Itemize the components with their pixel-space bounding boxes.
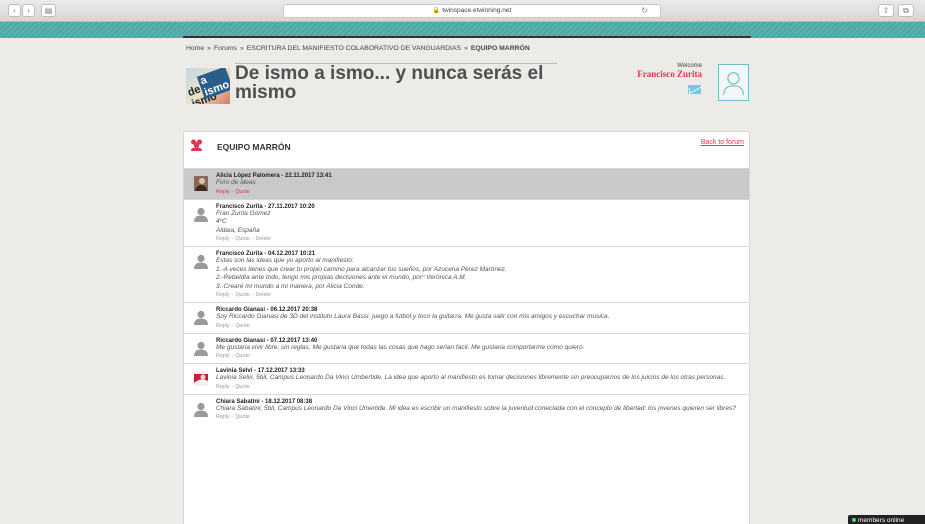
breadcrumb-separator: » (464, 45, 468, 52)
forum-post: Lavinia Selvi - 17.12.2017 13:33 Lavinia … (184, 363, 749, 394)
avatar-outline-icon (723, 72, 744, 96)
action-separator: - (231, 188, 234, 195)
action-separator: - (231, 353, 234, 359)
project-logo: de ismo a ismo (186, 68, 230, 104)
action-separator: - (231, 383, 234, 390)
browser-toolbar: ‹ › ▤ 🔒 twinspace.etwinning.net ↻ ⇧ ⧉ (0, 0, 925, 22)
post-actions: Reply - Quote - Delete (216, 236, 743, 242)
reload-icon[interactable]: ↻ (641, 5, 648, 17)
user-silhouette-icon[interactable] (194, 310, 208, 325)
post-action-quote[interactable]: Quote (235, 414, 249, 420)
post-action-quote[interactable]: Quote (235, 384, 249, 390)
user-silhouette-icon[interactable] (194, 254, 208, 269)
breadcrumb-home[interactable]: Home (186, 45, 204, 52)
post-action-quote[interactable]: Quote (235, 353, 249, 359)
post-body-line: Me gustaria vivir libre, sin reglas. Me … (216, 343, 585, 351)
post-action-quote[interactable]: Quote (235, 189, 249, 195)
page-title: De ismo a ismo... y nunca serás el mismo (235, 63, 544, 103)
post-body-line: Lavinia Selvi, 5bil, Campus Leonardo Da … (216, 374, 726, 381)
post-body-line: 4ºC (216, 218, 227, 225)
lock-icon: 🔒 (432, 8, 441, 14)
user-avatar[interactable] (718, 64, 749, 101)
breadcrumb-current: EQUIPO MARRÓN (470, 45, 530, 52)
forum-post: Alicia López Palomera - 22.11.2017 13:41… (184, 168, 749, 199)
post-actions: Reply - Quote (216, 323, 743, 329)
welcome-block: Welcome Francisco Zurita (637, 63, 702, 79)
post-body-line: Chiara Sabatini, 5bil, Campus Leonardo D… (216, 404, 736, 412)
post-body-line: Soy Riccardo Gianasi de 3D del instituto… (216, 313, 610, 320)
post-action-reply[interactable]: Reply (216, 323, 230, 329)
action-separator: - (231, 414, 234, 420)
topic-header: EQUIPO MARRÓN Back to forum (184, 132, 749, 168)
post-action-reply[interactable]: Reply (216, 292, 230, 298)
post-action-quote[interactable]: Quote (235, 236, 249, 242)
post-body-line: Fran Zurita Gómez (216, 209, 271, 217)
post-action-delete[interactable]: Delete (256, 292, 271, 298)
user-silhouette-icon[interactable] (194, 402, 208, 417)
post-body-line: 3.-Crearé mi mundo a mi manera, por Alic… (216, 282, 365, 290)
breadcrumb-separator: » (239, 45, 244, 52)
action-separator: - (251, 292, 254, 298)
post-body-line: Estas son las ideas que yo aporto al man… (216, 257, 354, 264)
breadcrumb-forum[interactable]: ESCRITURA DEL MANIFIESTO COLABORATIVO DE… (247, 45, 461, 52)
group-icon (191, 139, 202, 151)
back-to-forum-link[interactable]: Back to forum (701, 139, 744, 146)
members-online-label: members online (858, 517, 905, 524)
action-separator: - (231, 292, 234, 298)
user-silhouette-icon[interactable] (194, 207, 208, 222)
forward-arrow-icon[interactable]: › (22, 4, 35, 17)
post-body-line: 1.-A veces tienes que crear tu propio ca… (216, 265, 507, 273)
user-silhouette-icon[interactable] (194, 341, 208, 356)
author-photo[interactable] (194, 176, 208, 191)
post-action-reply[interactable]: Reply (216, 384, 230, 390)
post-body-line: Foro de ideas (216, 179, 256, 186)
post-actions: Reply - Quote - Delete (216, 292, 743, 298)
forum-post: Francisco Zurita - 27.11.2017 10:20 Fran … (184, 198, 749, 247)
post-action-reply[interactable]: Reply (216, 236, 230, 242)
online-dot-icon (852, 518, 856, 522)
url-text: twinspace.etwinning.net (442, 7, 512, 14)
post-list: Alicia López Palomera - 22.11.2017 13:41… (184, 168, 749, 424)
banner-divider (183, 36, 751, 38)
post-body-line: 2.-Rebeldía ante todo, tengo mis propias… (216, 274, 467, 281)
post-action-quote[interactable]: Quote (235, 323, 249, 329)
breadcrumb-separator: » (207, 45, 211, 52)
share-icon[interactable]: ⇧ (878, 4, 894, 17)
user-name[interactable]: Francisco Zurita (637, 69, 702, 79)
post-actions: Reply - Quote (216, 189, 743, 195)
address-bar[interactable]: 🔒 twinspace.etwinning.net ↻ (283, 4, 661, 18)
post-actions: Reply - Quote (216, 414, 743, 420)
post-actions: Reply - Quote (216, 353, 743, 359)
post-action-reply[interactable]: Reply (216, 414, 230, 420)
forum-post: Riccardo Gianasi - 06.12.2017 20:38 Soy R… (184, 302, 749, 333)
forum-post: Francisco Zurita - 04.12.2017 10:21 Estas… (184, 246, 749, 302)
post-body-line: Aldaia, España (216, 226, 260, 234)
topic-title: EQUIPO MARRÓN (217, 142, 291, 152)
post-action-reply[interactable]: Reply (216, 353, 230, 359)
forum-post: Riccardo Gianasi - 07.12.2017 13:40 Me gu… (184, 332, 749, 364)
author-photo[interactable] (194, 371, 208, 386)
mail-icon[interactable] (688, 85, 701, 94)
forum-topic-panel: EQUIPO MARRÓN Back to forum Alicia López… (183, 131, 750, 524)
action-separator: - (231, 236, 234, 242)
breadcrumb: Home» Forums» ESCRITURA DEL MANIFIESTO COL… (186, 45, 530, 52)
action-separator: - (231, 322, 234, 329)
back-arrow-icon[interactable]: ‹ (8, 4, 21, 17)
action-separator: - (251, 236, 254, 242)
members-online-badge[interactable]: members online (848, 515, 925, 524)
forum-post: Chiara Sabatini - 18.12.2017 08:38 Chiara… (184, 393, 749, 425)
post-action-reply[interactable]: Reply (216, 189, 230, 195)
sidebar-icon[interactable]: ▤ (41, 4, 56, 17)
post-actions: Reply - Quote (216, 384, 743, 390)
tabs-icon[interactable]: ⧉ (898, 4, 914, 17)
post-action-quote[interactable]: Quote (235, 292, 249, 298)
post-action-delete[interactable]: Delete (256, 236, 271, 242)
breadcrumb-forums[interactable]: Forums (214, 45, 237, 52)
